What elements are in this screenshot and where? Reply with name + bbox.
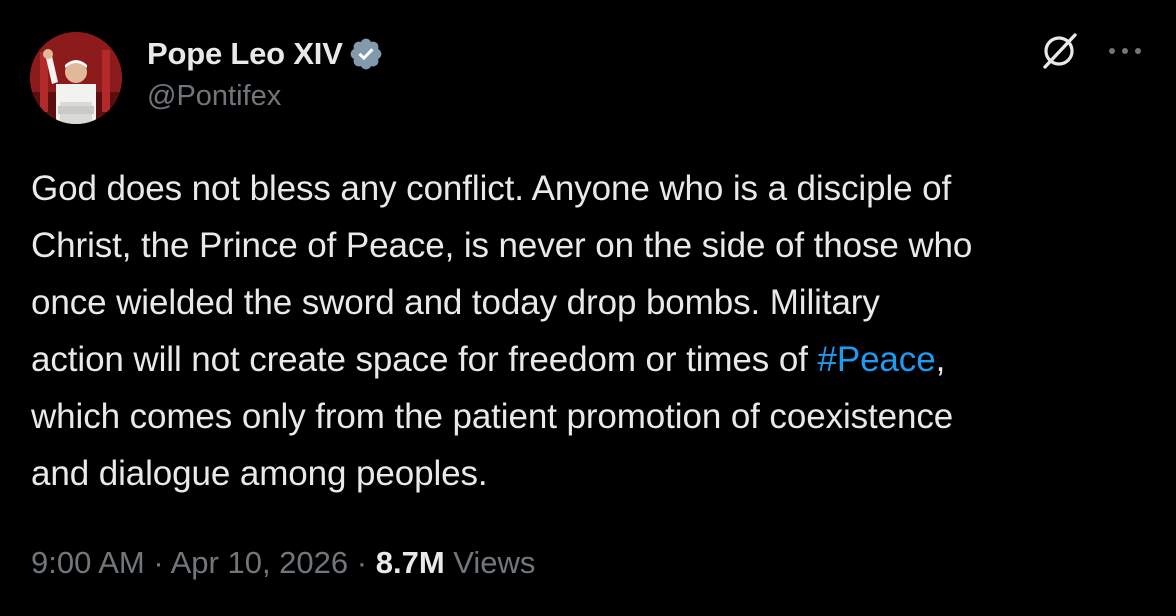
tweet-meta: 9:00 AM · Apr 10, 2026 · 8.7M Views	[31, 545, 535, 581]
tweet-text-line: once wielded the sword and today drop bo…	[31, 283, 880, 322]
verified-badge-icon[interactable]	[348, 36, 384, 72]
tweet-text-line: Christ, the Prince of Peace, is never on…	[31, 226, 973, 265]
views-count[interactable]: 8.7M	[376, 545, 445, 580]
tweet-date[interactable]: Apr 10, 2026	[171, 545, 349, 580]
tweet-text-segment: ,	[935, 340, 946, 379]
author-display-name[interactable]: Pope Leo XIV	[147, 36, 343, 72]
more-options-button[interactable]	[1104, 36, 1146, 66]
meta-separator: ·	[153, 545, 164, 580]
tweet-text-line-with-hashtag: action will not create space for freedom…	[31, 331, 1151, 388]
tweet-text-segment: action will not create space for freedom…	[31, 340, 818, 379]
author-handle[interactable]: @Pontifex	[147, 80, 281, 113]
tweet-card: Pope Leo XIV @Pontifex God does not bles…	[0, 0, 1176, 616]
meta-separator: ·	[356, 545, 368, 580]
more-dots-icon	[1109, 48, 1141, 54]
tweet-text-line: which comes only from the patient promot…	[31, 397, 954, 436]
tweet-text-line: and dialogue among peoples.	[31, 454, 488, 493]
tweet-time[interactable]: 9:00 AM	[31, 545, 145, 580]
tweet-text: God does not bless any conflict. Anyone …	[31, 160, 1151, 502]
author-name-row: Pope Leo XIV	[147, 32, 384, 76]
grok-slash-icon	[1043, 33, 1077, 69]
grok-button[interactable]	[1037, 29, 1081, 73]
tweet-text-line: God does not bless any conflict. Anyone …	[31, 169, 952, 208]
hashtag-link[interactable]: #Peace	[817, 340, 935, 379]
avatar-image	[30, 32, 122, 124]
views-label: Views	[453, 545, 536, 580]
avatar[interactable]	[30, 32, 122, 124]
